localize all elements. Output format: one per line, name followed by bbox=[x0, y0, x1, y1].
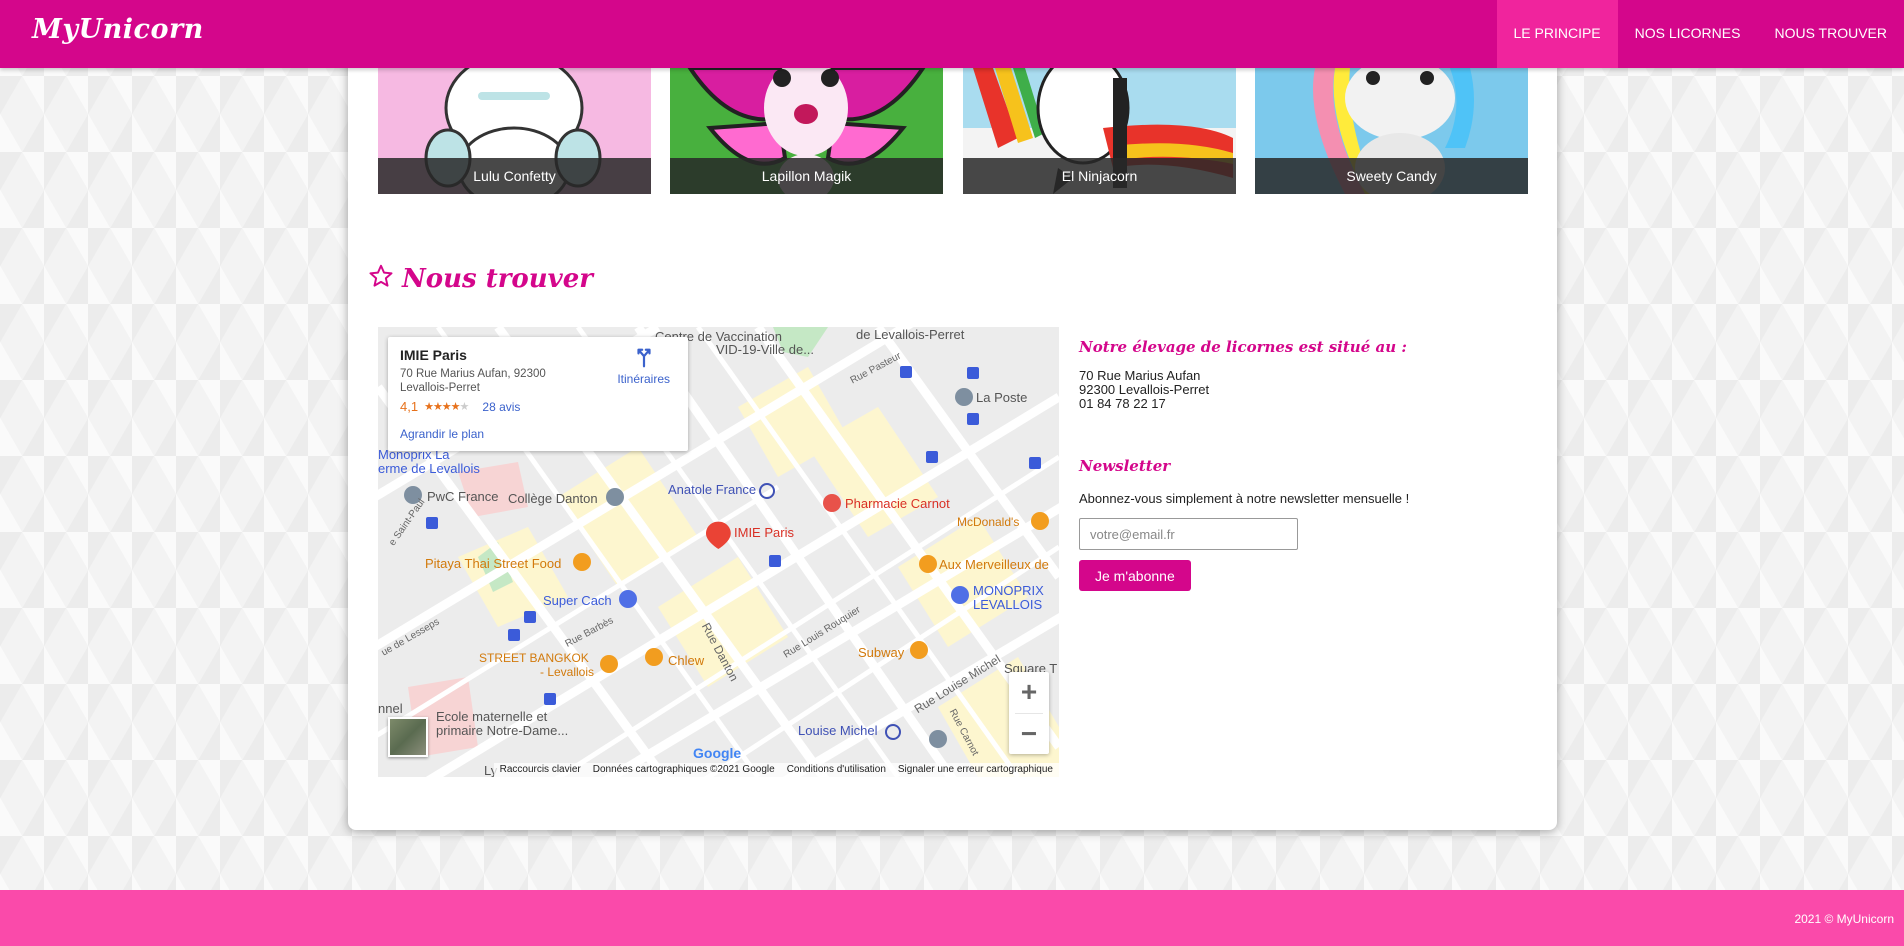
map-label: Subway bbox=[858, 645, 905, 660]
enlarge-map-link[interactable]: Agrandir le plan bbox=[400, 427, 484, 441]
unicorn-name: Lapillon Magik bbox=[670, 158, 943, 194]
address-heading: Notre élevage de licornes est situé au : bbox=[1079, 338, 1407, 356]
directions-label: Itinéraires bbox=[617, 372, 670, 386]
directions-icon bbox=[637, 348, 651, 368]
address-street: 70 Rue Marius Aufan bbox=[1079, 368, 1201, 383]
place-address: 70 Rue Marius Aufan, 92300 Levallois-Per… bbox=[400, 368, 546, 394]
newsletter-email-input[interactable] bbox=[1079, 518, 1298, 550]
map-label: Collège Danton bbox=[508, 491, 598, 506]
map-label: Super Cach bbox=[543, 593, 612, 608]
unicorn-card-ninjacorn[interactable]: El Ninjacorn bbox=[963, 68, 1236, 194]
map-label: STREET BANGKOK bbox=[479, 651, 589, 665]
map-label: nnel bbox=[378, 701, 403, 716]
map-label: primaire Notre-Dame... bbox=[436, 723, 569, 738]
map-label: erme de Levallois bbox=[378, 461, 480, 476]
unicorn-card-lapillon[interactable]: Lapillon Magik bbox=[670, 68, 943, 194]
map-label: Louise Michel bbox=[798, 723, 878, 738]
section-title-text: Nous trouver bbox=[402, 264, 594, 294]
navbar: MyUnicorn LE PRINCIPE NOS LICORNES NOUS … bbox=[0, 0, 1904, 68]
zoom-controls: + − bbox=[1009, 672, 1049, 754]
map-data-text: Données cartographiques ©2021 Google bbox=[592, 764, 775, 775]
map-label: Aux Merveilleux de bbox=[939, 557, 1049, 572]
report-error-link[interactable]: Signaler une erreur cartographique bbox=[898, 763, 1053, 777]
map-label: MONOPRIX bbox=[973, 583, 1044, 598]
map-label: Chlew bbox=[668, 653, 705, 668]
map-label: Ecole maternelle et bbox=[436, 709, 548, 724]
nav-link-trouver[interactable]: NOUS TROUVER bbox=[1757, 0, 1904, 68]
newsletter-block: Newsletter Abonnez-vous simplement à not… bbox=[1079, 457, 1479, 591]
map-label: IMIE Paris bbox=[734, 525, 794, 540]
google-map[interactable]: Centre de Vaccination VID-19-Ville de...… bbox=[378, 327, 1059, 777]
nav-link-licornes[interactable]: NOS LICORNES bbox=[1618, 0, 1758, 68]
satellite-toggle[interactable] bbox=[388, 717, 428, 757]
address-city: 92300 Levallois-Perret bbox=[1079, 382, 1210, 397]
address-phone: 01 84 78 22 17 bbox=[1079, 396, 1166, 411]
footer: 2021 © MyUnicorn bbox=[0, 890, 1904, 946]
reviews-link[interactable]: 28 avis bbox=[482, 400, 520, 414]
unicorn-card-sweety[interactable]: Sweety Candy bbox=[1255, 68, 1528, 194]
zoom-in-button[interactable]: + bbox=[1009, 672, 1049, 713]
map-label: VID-19-Ville de... bbox=[716, 342, 815, 357]
map-label: La Poste bbox=[976, 390, 1028, 405]
unicorn-name: Sweety Candy bbox=[1255, 158, 1528, 194]
map-place-card: IMIE Paris 70 Rue Marius Aufan, 92300 Le… bbox=[388, 337, 688, 451]
map-label: LEVALLOIS bbox=[973, 597, 1043, 612]
map-label: McDonald's bbox=[957, 515, 1020, 529]
map-label: PwC France bbox=[427, 489, 499, 504]
nav-links: LE PRINCIPE NOS LICORNES NOUS TROUVER bbox=[1496, 0, 1904, 68]
terms-link[interactable]: Conditions d'utilisation bbox=[787, 763, 886, 777]
address-block: Notre élevage de licornes est situé au :… bbox=[1079, 338, 1479, 411]
brand-logo[interactable]: MyUnicorn bbox=[32, 14, 204, 45]
rating-value: 4,1 bbox=[400, 399, 419, 414]
footer-copyright: 2021 © MyUnicorn bbox=[1794, 912, 1894, 926]
rating-stars-icon: ★★★★★ bbox=[424, 401, 469, 413]
newsletter-heading: Newsletter bbox=[1079, 457, 1171, 475]
keyboard-shortcuts-link[interactable]: Raccourcis clavier bbox=[500, 763, 581, 777]
google-logo-text: Google bbox=[693, 745, 742, 761]
subscribe-button[interactable]: Je m'abonne bbox=[1079, 560, 1191, 591]
directions-button[interactable]: Itinéraires bbox=[617, 347, 670, 386]
star-outline-icon bbox=[368, 263, 394, 296]
map-attribution: Raccourcis clavier Données cartographiqu… bbox=[493, 763, 1059, 777]
place-rating: 4,1 ★★★★★ 28 avis bbox=[400, 399, 676, 414]
map-label: Anatole France bbox=[668, 482, 757, 497]
address-lines: 70 Rue Marius Aufan 92300 Levallois-Perr… bbox=[1079, 369, 1479, 411]
map-label: - Levallois bbox=[540, 665, 595, 679]
zoom-out-button[interactable]: − bbox=[1009, 714, 1049, 755]
newsletter-text: Abonnez-vous simplement à notre newslett… bbox=[1079, 491, 1410, 506]
google-logo: Google bbox=[693, 745, 741, 761]
map-label: Pitaya Thai Street Food bbox=[425, 556, 562, 571]
nav-link-principe[interactable]: LE PRINCIPE bbox=[1496, 0, 1618, 68]
unicorn-name: Lulu Confetty bbox=[378, 158, 651, 194]
map-label: de Levallois-Perret bbox=[856, 327, 965, 342]
section-title-nous-trouver: Nous trouver bbox=[368, 262, 593, 296]
unicorn-name: El Ninjacorn bbox=[963, 158, 1236, 194]
map-label: Pharmacie Carnot bbox=[845, 496, 950, 511]
unicorn-card-lulu[interactable]: Lulu Confetty bbox=[378, 68, 651, 194]
